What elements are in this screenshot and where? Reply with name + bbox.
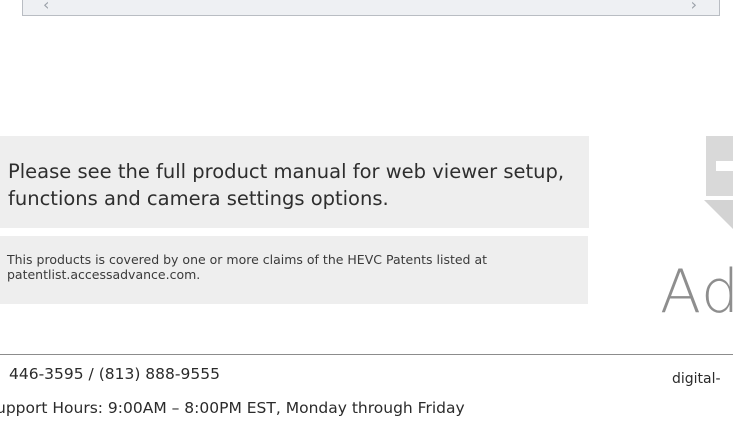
patent-note-text: This products is covered by one or more … — [7, 252, 488, 282]
scroll-right-icon[interactable]: › — [691, 0, 697, 13]
logo-mark-block — [706, 136, 733, 196]
manual-note-text: Please see the full product manual for w… — [8, 160, 565, 210]
website-text: digital- — [672, 371, 721, 387]
horizontal-scrollbar[interactable]: ‹ › — [22, 0, 720, 16]
footer-divider — [0, 354, 733, 355]
logo-wordmark: Ad — [660, 257, 733, 327]
phone-numbers: 446-3595 / (813) 888-9555 — [9, 365, 220, 383]
logo-mark-triangle — [704, 200, 733, 229]
support-hours: upport Hours: 9:00AM – 8:00PM EST, Monda… — [0, 399, 465, 417]
patent-note-panel: This products is covered by one or more … — [0, 236, 588, 304]
scroll-left-icon[interactable]: ‹ — [43, 0, 49, 13]
manual-note-panel: Please see the full product manual for w… — [0, 136, 589, 228]
